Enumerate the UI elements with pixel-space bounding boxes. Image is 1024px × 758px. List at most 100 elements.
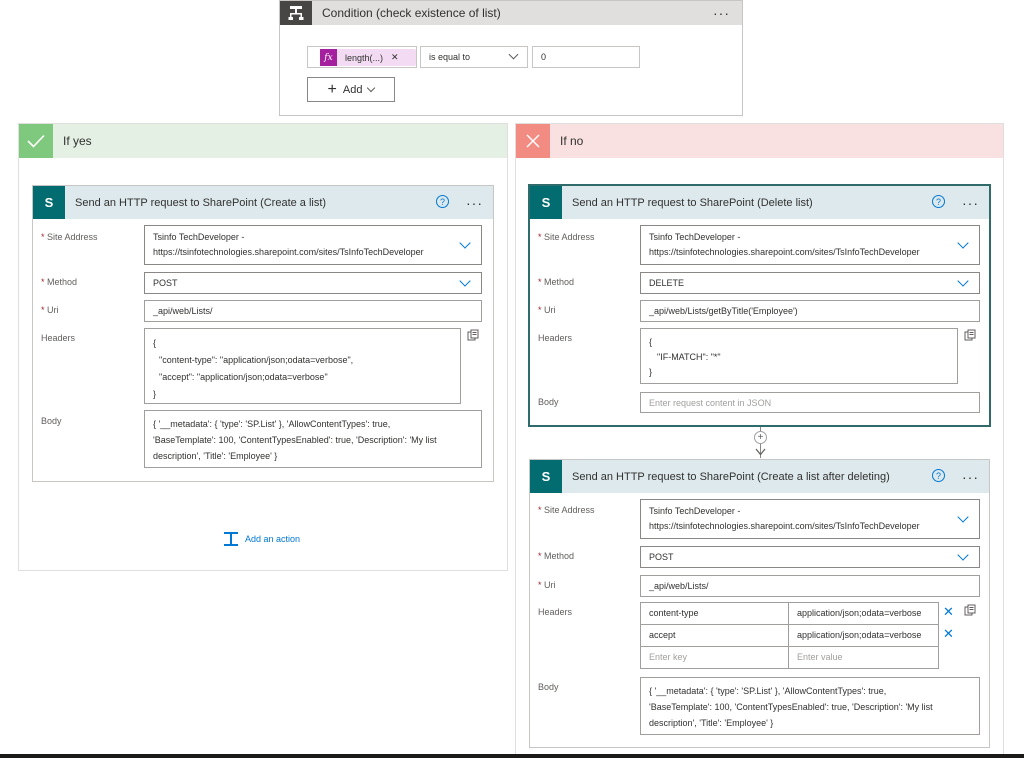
more-options-icon[interactable]: ···: [466, 195, 483, 211]
plus-icon: +: [327, 80, 337, 98]
site-address-label: * Site Address: [41, 232, 98, 242]
add-label: Add: [342, 83, 363, 96]
sharepoint-icon: S: [33, 186, 65, 219]
delete-row-icon[interactable]: ✕: [943, 626, 954, 642]
branch-yes-label: If yes: [63, 134, 92, 148]
site-line-2: https://tsinfotechnologies.sharepoint.co…: [153, 247, 424, 257]
chevron-down-icon: [508, 49, 519, 60]
condition-value: 0: [541, 52, 547, 62]
uri-input[interactable]: _api/web/Lists/: [144, 300, 482, 322]
fx-icon: fx: [320, 49, 337, 66]
body-label: Body: [41, 416, 62, 426]
uri-input[interactable]: _api/web/Lists/: [640, 575, 980, 597]
site-line-1: Tsinfo TechDeveloper -: [153, 232, 245, 242]
remove-token-icon[interactable]: ✕: [391, 52, 399, 63]
header-value-input[interactable]: application/json;odata=verbose: [788, 602, 939, 625]
site-line-1: Tsinfo TechDeveloper -: [649, 506, 741, 516]
insert-step-icon[interactable]: +: [754, 431, 767, 444]
condition-left-operand[interactable]: fx length(...) ✕: [307, 46, 417, 68]
checkmark-icon: [19, 124, 53, 158]
site-address-select[interactable]: Tsinfo TechDeveloper - https://tsinfotec…: [144, 225, 482, 265]
site-line-1: Tsinfo TechDeveloper -: [649, 232, 741, 242]
uri-value: _api/web/Lists/: [153, 306, 213, 316]
chevron-down-icon: [957, 275, 969, 287]
switch-mode-icon[interactable]: [964, 604, 976, 619]
condition-right-operand[interactable]: 0: [532, 46, 640, 68]
more-options-icon[interactable]: ···: [713, 5, 730, 21]
more-options-icon[interactable]: ···: [962, 469, 979, 485]
action-card-header[interactable]: S Send an HTTP request to SharePoint (De…: [530, 186, 989, 219]
body-line: description', 'Title': 'Employee' }: [153, 451, 278, 461]
body-textarea[interactable]: { '__metadata': { 'type': 'SP.List' }, '…: [640, 677, 980, 735]
add-action-label: Add an action: [245, 534, 301, 544]
site-address-select[interactable]: Tsinfo TechDeveloper - https://tsinfotec…: [640, 225, 980, 265]
expression-token-label: length(...): [345, 52, 384, 63]
headers-line: {: [153, 338, 157, 348]
uri-value: _api/web/Lists/getByTitle('Employee'): [649, 306, 798, 316]
headers-line: "accept": "application/json;odata=verbos…: [159, 372, 328, 382]
help-icon[interactable]: ?: [932, 469, 945, 482]
add-action-button[interactable]: Add an action: [223, 531, 300, 547]
body-line: 'BaseTemplate': 100, 'ContentTypesEnable…: [153, 435, 437, 445]
sharepoint-icon: S: [530, 460, 562, 493]
condition-card: Condition (check existence of list) ··· …: [279, 0, 743, 116]
action-card-title: Send an HTTP request to SharePoint (Dele…: [572, 196, 813, 209]
help-icon[interactable]: ?: [932, 195, 945, 208]
site-address-select[interactable]: Tsinfo TechDeveloper - https://tsinfotec…: [640, 499, 980, 539]
action-card-delete-list: S Send an HTTP request to SharePoint (De…: [529, 185, 990, 426]
add-action-icon: [224, 532, 238, 546]
condition-title: Condition (check existence of list): [322, 6, 501, 20]
body-textarea[interactable]: { '__metadata': { 'type': 'SP.List' }, '…: [144, 410, 482, 468]
add-condition-button[interactable]: + Add: [307, 77, 395, 102]
header-value-input[interactable]: application/json;odata=verbose: [788, 624, 939, 647]
uri-input[interactable]: _api/web/Lists/getByTitle('Employee'): [640, 300, 980, 322]
site-address-label: * Site Address: [538, 232, 595, 242]
uri-label: * Uri: [41, 305, 59, 315]
body-label: Body: [538, 397, 559, 407]
header-key-input[interactable]: accept: [640, 624, 789, 647]
body-placeholder: Enter request content in JSON: [649, 398, 772, 408]
body-label: Body: [538, 682, 559, 692]
headers-line: }: [153, 389, 157, 399]
sharepoint-icon: S: [530, 186, 562, 219]
headers-textarea[interactable]: { "content-type": "application/json;odat…: [144, 328, 461, 404]
more-options-icon[interactable]: ···: [962, 195, 979, 211]
header-key-input[interactable]: content-type: [640, 602, 789, 625]
chevron-down-icon: [367, 83, 376, 93]
site-line-2: https://tsinfotechnologies.sharepoint.co…: [649, 247, 920, 257]
delete-row-icon[interactable]: ✕: [943, 604, 954, 620]
switch-mode-icon[interactable]: [964, 329, 976, 344]
method-label: * Method: [41, 277, 78, 287]
method-label: * Method: [538, 551, 575, 561]
body-line: 'BaseTemplate': 100, 'ContentTypesEnable…: [649, 702, 933, 712]
headers-line: {: [649, 337, 653, 347]
header-value-input[interactable]: Enter value: [788, 646, 939, 669]
operator-value: is equal to: [429, 52, 471, 62]
body-textarea[interactable]: Enter request content in JSON: [640, 392, 980, 413]
headers-textarea[interactable]: { "IF-MATCH": "*" }: [640, 328, 958, 384]
body-line: { '__metadata': { 'type': 'SP.List' }, '…: [153, 419, 391, 429]
branch-no-header[interactable]: If no: [516, 124, 1003, 158]
expression-token[interactable]: fx length(...) ✕: [320, 49, 416, 66]
header-key-input[interactable]: Enter key: [640, 646, 789, 669]
headers-label: Headers: [538, 607, 573, 617]
switch-mode-icon[interactable]: [467, 329, 479, 344]
help-icon[interactable]: ?: [436, 195, 449, 208]
headers-label: Headers: [538, 333, 573, 343]
site-address-label: * Site Address: [538, 505, 595, 515]
headers-line: "IF-MATCH": "*": [657, 352, 721, 362]
method-select[interactable]: DELETE: [640, 272, 980, 294]
method-select[interactable]: POST: [640, 546, 980, 568]
condition-header[interactable]: Condition (check existence of list) ···: [280, 1, 742, 25]
branch-yes-header[interactable]: If yes: [19, 124, 507, 158]
headers-line: }: [649, 367, 653, 377]
body-line: description', 'Title': 'Employee' }: [649, 718, 774, 728]
condition-icon: [280, 1, 312, 25]
method-value: POST: [153, 278, 178, 288]
operator-select[interactable]: is equal to: [420, 46, 528, 68]
action-card-header[interactable]: S Send an HTTP request to SharePoint (Cr…: [530, 460, 989, 493]
action-card-header[interactable]: S Send an HTTP request to SharePoint (Cr…: [33, 186, 493, 219]
chevron-down-icon: [459, 275, 471, 287]
method-select[interactable]: POST: [144, 272, 482, 294]
arrow-down-icon: [755, 448, 766, 456]
